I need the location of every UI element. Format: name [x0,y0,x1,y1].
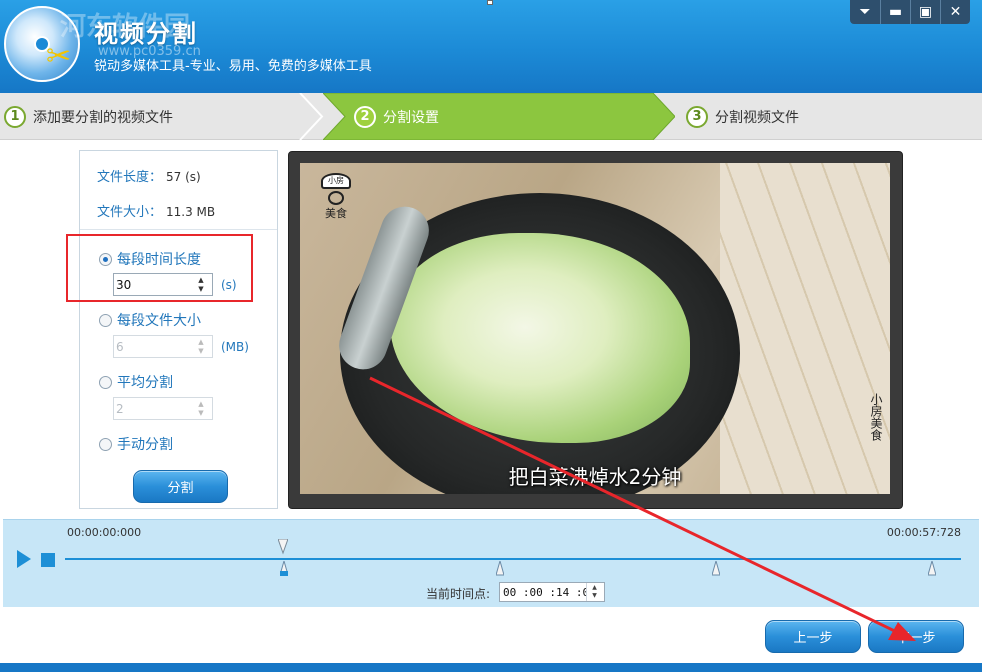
video-preview[interactable]: 小房 美食 小房美食 把白菜沸焯水2分钟 [300,163,890,494]
divider [80,229,277,230]
timeline-end-time: 00:00:57:728 [886,526,961,539]
stepper-arrows-icon[interactable]: ▲ ▼ [586,583,602,601]
split-marker[interactable] [712,561,720,577]
radio-manual[interactable] [99,437,112,451]
file-length-row: 文件长度： 57 (s) [97,166,201,185]
play-icon[interactable] [17,550,31,568]
option-by-size-label: 每段文件大小 [117,313,201,329]
window-controls: ⏷ ▬ ▣ ✕ [850,0,970,24]
current-time-label: 当前时间点: [426,587,491,601]
split-marker[interactable] [280,561,288,577]
stop-icon[interactable] [41,553,55,567]
minimize-icon: ▬ [888,4,903,20]
file-size-row: 文件大小： 11.3 MB [97,201,215,220]
chef-logo-icon: 小房 美食 [312,173,360,225]
minimize-button[interactable]: ▬ [880,0,910,24]
average-count-input[interactable] [114,399,192,418]
radio-average[interactable] [99,375,112,389]
step-number: 2 [354,105,376,128]
average-count-stepper[interactable]: ▲▼ [113,397,213,420]
step-label: 分割视频文件 [715,109,799,126]
file-size-input[interactable] [114,337,192,356]
file-size-stepper[interactable]: ▲▼ [113,335,213,358]
step-number: 3 [686,105,708,128]
radio-by-size[interactable] [99,313,112,327]
maximize-button[interactable]: ▣ [910,0,940,24]
step-label: 分割设置 [383,109,439,126]
step-split-settings[interactable]: 2 分割设置 [354,93,439,140]
option-manual-label: 手动分割 [117,437,173,453]
previous-step-button[interactable]: 上一步 [765,620,861,653]
split-marker[interactable] [496,561,504,577]
maximize-icon: ▣ [918,4,933,20]
close-icon: ✕ [949,4,962,20]
resize-handle[interactable] [487,0,493,5]
timeline-panel: 00:00:00:000 00:00:57:728 当前时间点: ▲▼ [3,519,979,607]
timeline-start-time: 00:00:00:000 [67,526,142,539]
bottom-status-bar [0,663,982,672]
chef-logo-bottom-text: 美食 [325,207,347,220]
file-length-value: 57 (s) [166,170,201,184]
app-header: ✂ 河东软件园 视频分割 www.pc0359.cn 锐动多媒体工具-专业、易用… [0,0,982,93]
timeline-track[interactable] [65,558,961,560]
video-background [720,163,890,494]
playhead-handle[interactable] [277,538,289,557]
stepper-arrows-icon[interactable]: ▲ ▼ [192,336,210,357]
step-label: 添加要分割的视频文件 [33,109,173,126]
stepper-arrows-icon[interactable]: ▲ ▼ [192,398,210,419]
wizard-steps: 1 添加要分割的视频文件 2 分割设置 3 分割视频文件 [0,93,982,140]
split-settings-panel: 文件长度：57 (s) 文件大小：11.3 MB 每段时间长度 ▲▼ (s) 每… [79,150,278,509]
close-button[interactable]: ✕ [940,0,970,24]
file-size-value: 11.3 MB [166,205,216,219]
app-subtitle: 锐动多媒体工具-专业、易用、免费的多媒体工具 [94,59,372,74]
split-marker[interactable] [928,561,936,577]
current-time-stepper[interactable]: ▲▼ [499,582,605,602]
chef-logo-top-text: 小房 [321,173,351,189]
video-side-text: 小房美食 [869,393,883,441]
option-by-size[interactable]: 每段文件大小 [99,310,201,330]
file-length-label: 文件长度： [97,170,163,185]
step-split-video[interactable]: 3 分割视频文件 [686,93,799,140]
split-button[interactable]: 分割 [133,470,228,503]
step-number: 1 [4,105,26,128]
option-average-label: 平均分割 [117,375,173,391]
annotation-highlight-box [66,234,253,302]
step-add-file[interactable]: 1 添加要分割的视频文件 [4,93,173,140]
current-time-input[interactable] [500,585,586,599]
file-size-label: 文件大小： [97,205,163,220]
video-subtitle: 把白菜沸焯水2分钟 [508,465,682,489]
option-average[interactable]: 平均分割 [99,372,173,392]
size-unit-label: (MB) [221,340,249,354]
dropdown-menu-button[interactable]: ⏷ [850,0,880,24]
dropdown-icon: ⏷ [859,4,871,20]
next-step-button[interactable]: 下一步 [868,620,964,653]
option-manual[interactable]: 手动分割 [99,434,173,454]
